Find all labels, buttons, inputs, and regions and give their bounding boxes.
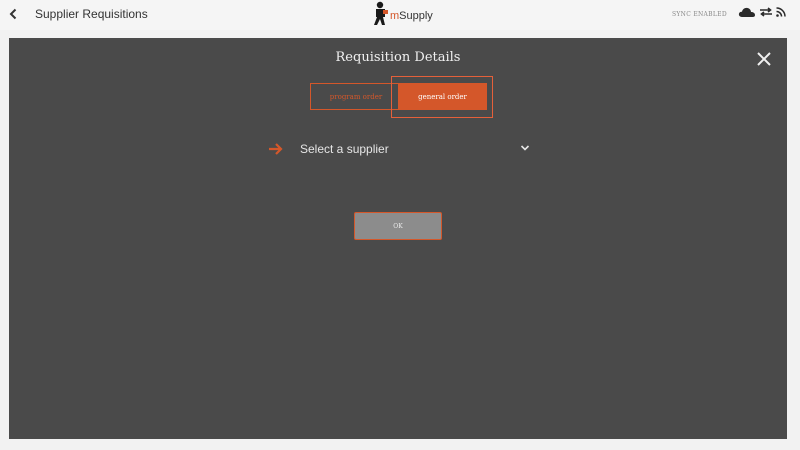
top-bar: Supplier Requisitions mSupply SYNC ENABL… <box>0 0 800 30</box>
sync-arrows-icon <box>760 7 772 17</box>
ok-button[interactable]: OK <box>354 212 442 240</box>
status-icons <box>738 6 786 18</box>
cloud-icon <box>738 7 755 17</box>
page-title: Supplier Requisitions <box>35 7 148 21</box>
right-arrow-icon <box>269 143 283 155</box>
msupply-logo: mSupply <box>372 1 433 27</box>
requisition-details-modal: Requisition Details program order genera… <box>9 38 787 439</box>
modal-title: Requisition Details <box>335 50 461 65</box>
sync-status: SYNC ENABLED <box>672 11 727 18</box>
tab-general-order[interactable]: general order <box>398 83 487 110</box>
tab-program-order[interactable]: program order <box>310 83 402 110</box>
close-icon <box>757 52 771 66</box>
chevron-down-icon <box>520 145 530 151</box>
chevron-left-icon <box>9 8 17 20</box>
supplier-select[interactable]: Select a supplier <box>300 138 530 160</box>
logo-text: mSupply <box>390 10 433 22</box>
rss-icon <box>776 7 786 17</box>
back-button[interactable] <box>6 6 20 22</box>
supplier-select-label: Select a supplier <box>300 142 389 156</box>
close-button[interactable] <box>756 51 772 67</box>
logo-figure-icon <box>374 1 388 25</box>
